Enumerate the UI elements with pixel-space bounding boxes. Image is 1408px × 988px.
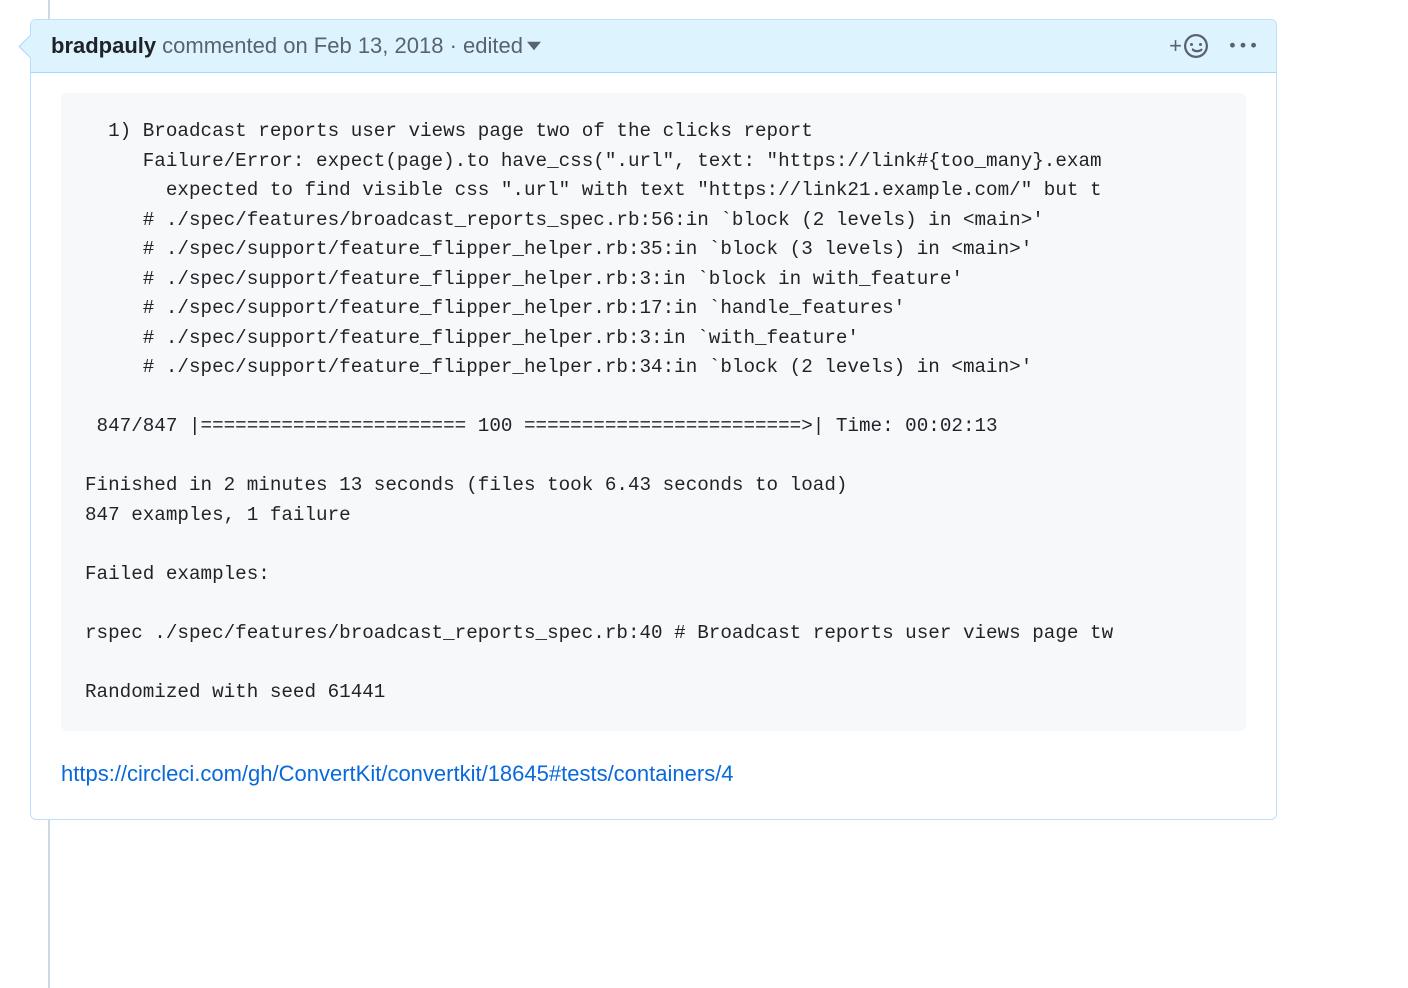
header-separator: ·	[443, 32, 463, 60]
comment-body: 1) Broadcast reports user views page two…	[31, 73, 1276, 819]
comment-actions-menu-button[interactable]	[1230, 33, 1256, 59]
code-block: 1) Broadcast reports user views page two…	[61, 93, 1246, 731]
smiley-icon	[1184, 34, 1208, 58]
plus-label: +	[1169, 32, 1182, 60]
commented-label: commented	[162, 32, 283, 60]
circleci-link[interactable]: https://circleci.com/gh/ConvertKit/conve…	[61, 761, 734, 786]
edited-dropdown[interactable]: edited	[463, 32, 541, 60]
issue-comment: bradpauly commented on Feb 13, 2018 · ed…	[30, 19, 1277, 820]
comment-timestamp-link[interactable]: on Feb 13, 2018	[283, 32, 443, 60]
comment-header: bradpauly commented on Feb 13, 2018 · ed…	[31, 20, 1276, 73]
kebab-icon	[1230, 33, 1256, 59]
edited-label: edited	[463, 32, 523, 60]
comment-author-link[interactable]: bradpauly	[51, 32, 156, 60]
comment-header-actions: +	[1169, 32, 1256, 60]
caret-down-icon	[527, 41, 541, 51]
add-reaction-button[interactable]: +	[1169, 32, 1208, 60]
